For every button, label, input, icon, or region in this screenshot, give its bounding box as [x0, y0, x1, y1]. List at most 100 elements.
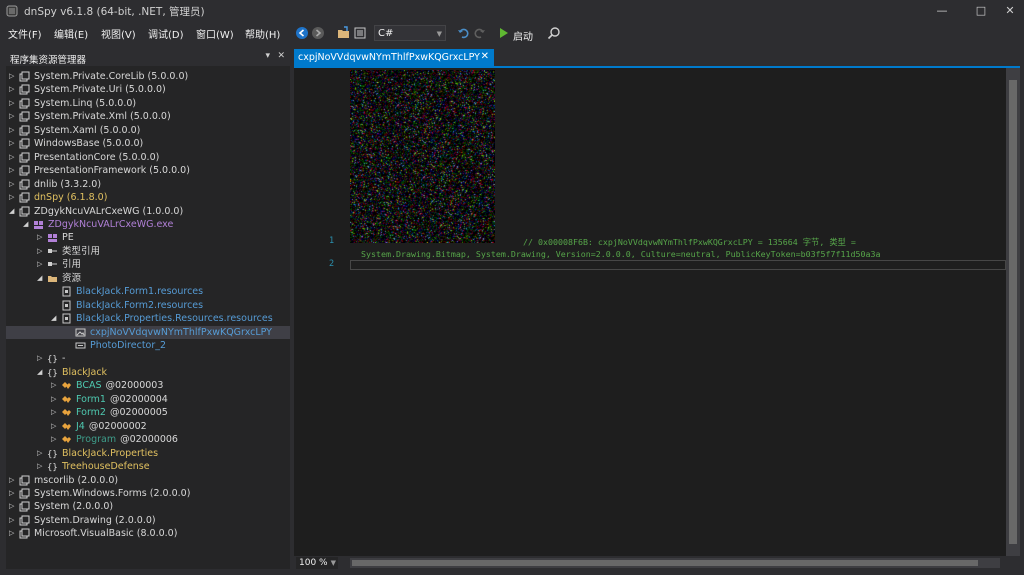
menu-edit[interactable]: 编辑(E)	[54, 26, 88, 41]
tree-item[interactable]: ▷ PresentationFramework (5.0.0.0)	[6, 164, 290, 177]
expand-arrow-icon[interactable]: ▷	[37, 247, 45, 256]
collapse-arrow-icon[interactable]: ◢	[23, 220, 31, 229]
tree-item[interactable]: ◢ ZDgykNcuVALrCxeWG (1.0.0.0)	[6, 205, 290, 218]
tree-item[interactable]: ◢ BlackJack.Properties.Resources.resource…	[6, 312, 290, 325]
forward-icon[interactable]	[311, 26, 325, 40]
collapse-arrow-icon[interactable]: ◢	[37, 274, 45, 283]
tree-item[interactable]: ▷{} TreehouseDefense	[6, 460, 290, 473]
language-select[interactable]: C# ▼	[374, 25, 446, 41]
vertical-scrollbar-thumb[interactable]	[1009, 80, 1017, 544]
expand-arrow-icon[interactable]: ▷	[51, 395, 59, 404]
open-list-icon[interactable]	[353, 26, 367, 40]
line-number-2: 2	[329, 259, 335, 269]
expand-arrow-icon[interactable]: ▷	[9, 112, 17, 121]
redo-icon[interactable]	[473, 26, 487, 40]
tree-item[interactable]: ▷ J4 @02000002	[6, 420, 290, 433]
expand-arrow-icon[interactable]: ▷	[37, 354, 45, 363]
tree-item[interactable]: ◢{} BlackJack	[6, 366, 290, 379]
menu-help[interactable]: 帮助(H)	[245, 26, 280, 41]
tab-close-icon[interactable]: ✕	[481, 51, 489, 62]
expand-arrow-icon[interactable]: ▷	[9, 180, 17, 189]
expand-arrow-icon[interactable]: ▷	[9, 72, 17, 81]
expand-arrow-icon[interactable]: ▷	[9, 99, 17, 108]
tree-item[interactable]: ▷ mscorlib (2.0.0.0)	[6, 474, 290, 487]
collapse-arrow-icon[interactable]: ◢	[37, 368, 45, 377]
expand-arrow-icon[interactable]: ▷	[9, 502, 17, 511]
expand-arrow-icon[interactable]: ▷	[9, 85, 17, 94]
close-button[interactable]: ✕	[995, 0, 1024, 22]
tree-item[interactable]: ▷ System.Linq (5.0.0.0)	[6, 97, 290, 110]
tree-item[interactable]: ▷ System.Private.Uri (5.0.0.0)	[6, 83, 290, 96]
undo-icon[interactable]	[456, 26, 470, 40]
tree-item[interactable]: BlackJack.Form2.resources	[6, 299, 290, 312]
expand-arrow-icon[interactable]: ▷	[9, 476, 17, 485]
tree-item[interactable]: ▷ WindowsBase (5.0.0.0)	[6, 137, 290, 150]
menu-file[interactable]: 文件(F)	[8, 26, 42, 41]
menu-debug[interactable]: 调试(D)	[148, 26, 184, 41]
tree-item[interactable]: ▷ System.Xaml (5.0.0.0)	[6, 124, 290, 137]
tree-item[interactable]: ▷ 引用	[6, 258, 290, 271]
collapse-arrow-icon[interactable]: ◢	[9, 207, 17, 216]
tree-item[interactable]: ▷ PresentationCore (5.0.0.0)	[6, 151, 290, 164]
tree-item[interactable]: ◢ 资源	[6, 272, 290, 285]
tree-item-label: Form1	[76, 393, 106, 405]
tree-item[interactable]: ▷ System.Private.Xml (5.0.0.0)	[6, 110, 290, 123]
maximize-button[interactable]: □	[966, 0, 996, 22]
tree-item[interactable]: ▷{} BlackJack.Properties	[6, 447, 290, 460]
open-file-icon[interactable]	[337, 26, 351, 40]
resource-file-icon	[61, 286, 72, 297]
tree-item[interactable]: ▷ PE	[6, 231, 290, 244]
tree-item[interactable]: ▷ Microsoft.VisualBasic (8.0.0.0)	[6, 527, 290, 540]
panel-close-icon[interactable]: ✕	[277, 51, 285, 61]
tree-item[interactable]: BlackJack.Form1.resources	[6, 285, 290, 298]
expand-arrow-icon[interactable]: ▷	[9, 126, 17, 135]
expand-arrow-icon[interactable]: ▷	[9, 153, 17, 162]
collapse-arrow-icon[interactable]: ◢	[51, 314, 59, 323]
tree-item[interactable]: ▷ dnlib (3.3.2.0)	[6, 178, 290, 191]
expand-arrow-icon[interactable]: ▷	[51, 381, 59, 390]
expand-arrow-icon[interactable]: ▷	[51, 435, 59, 444]
panel-menu-icon[interactable]: ▾	[265, 51, 270, 61]
tree-item[interactable]: ▷ System.Private.CoreLib (5.0.0.0)	[6, 70, 290, 83]
tree-item[interactable]: ▷ System.Drawing (2.0.0.0)	[6, 514, 290, 527]
tree-item[interactable]: ▷ 类型引用	[6, 245, 290, 258]
menu-view[interactable]: 视图(V)	[101, 26, 136, 41]
expand-arrow-icon[interactable]: ▷	[9, 193, 17, 202]
expand-arrow-icon[interactable]: ▷	[9, 529, 17, 538]
dnspy-app-icon	[6, 5, 18, 17]
search-icon[interactable]	[547, 26, 561, 40]
horizontal-scrollbar-thumb[interactable]	[352, 560, 978, 566]
expand-arrow-icon[interactable]: ▷	[51, 422, 59, 431]
expand-arrow-icon[interactable]: ▷	[37, 260, 45, 269]
tree-item-label: 引用	[62, 259, 82, 271]
tree-item[interactable]: ▷ Form2 @02000005	[6, 406, 290, 419]
expand-arrow-icon[interactable]: ▷	[9, 166, 17, 175]
vertical-scrollbar[interactable]	[1006, 68, 1020, 556]
expand-arrow-icon[interactable]: ▷	[9, 516, 17, 525]
tree-item[interactable]: cxpjNoVVdqvwNYmThlfPxwKQGrxcLPY	[6, 325, 290, 339]
tree-item[interactable]: ▷ Form1 @02000004	[6, 393, 290, 406]
back-icon[interactable]	[295, 26, 309, 40]
svg-text:{}: {}	[47, 355, 58, 364]
minimize-button[interactable]: —	[927, 0, 957, 22]
expand-arrow-icon[interactable]: ▷	[9, 489, 17, 498]
code-editor[interactable]: 1 // 0x00008F6B: cxpjNoVVdqvwNYmThlfPxwK…	[294, 68, 1006, 556]
tree-item[interactable]: PhotoDirector_2	[6, 339, 290, 352]
expand-arrow-icon[interactable]: ▷	[37, 462, 45, 471]
horizontal-scrollbar[interactable]	[350, 558, 1000, 568]
expand-arrow-icon[interactable]: ▷	[37, 449, 45, 458]
expand-arrow-icon[interactable]: ▷	[51, 408, 59, 417]
expand-arrow-icon[interactable]: ▷	[9, 139, 17, 148]
expand-arrow-icon[interactable]: ▷	[37, 233, 45, 242]
tree-item[interactable]: ▷ BCAS @02000003	[6, 379, 290, 392]
tree-item-label: 类型引用	[62, 245, 101, 257]
zoom-select[interactable]: 100 % ▼	[296, 557, 338, 569]
tab-resource-image[interactable]: cxpjNoVVdqvwNYmThlfPxwKQGrxcLPY ✕	[294, 49, 494, 66]
menu-window[interactable]: 窗口(W)	[196, 26, 234, 41]
tree-item[interactable]: ▷ System (2.0.0.0)	[6, 500, 290, 513]
tree-item[interactable]: ▷ System.Windows.Forms (2.0.0.0)	[6, 487, 290, 500]
tree-item[interactable]: ◢ ZDgykNcuVALrCxeWG.exe	[6, 218, 290, 231]
tree-item[interactable]: ▷ Program @02000006	[6, 433, 290, 446]
tree-item[interactable]: ▷{} -	[6, 352, 290, 365]
tree-item[interactable]: ▷ dnSpy (6.1.8.0)	[6, 191, 290, 204]
